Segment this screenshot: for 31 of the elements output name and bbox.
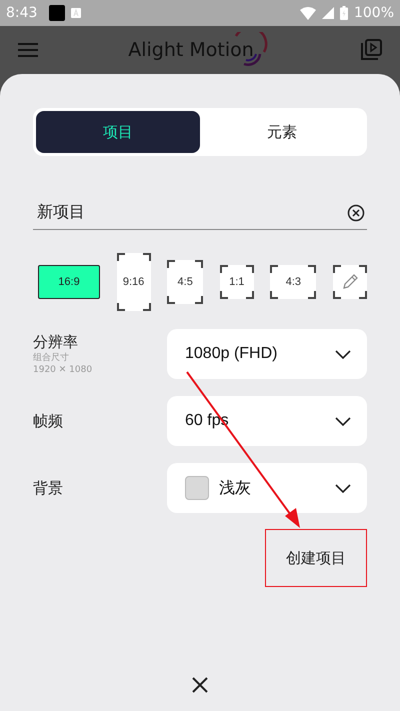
setting-label: 分辨率: [33, 332, 79, 352]
setting-sublabel: 1920 ✕ 1080: [33, 364, 94, 376]
pencil-icon: [340, 273, 359, 291]
notification-icon: [49, 5, 66, 21]
chevron-down-icon: [335, 484, 351, 492]
dropdown[interactable]: 1080p (FHD): [167, 329, 367, 379]
battery-percent: 100%: [354, 5, 394, 21]
aspect-ratio-button[interactable]: 9:16: [116, 253, 151, 311]
aspect-ratio-button[interactable]: 16:9: [38, 265, 100, 299]
setting-label: 帧频: [33, 412, 64, 430]
aspect-ratio-button[interactable]: 1:1: [220, 265, 254, 299]
tab[interactable]: 项目: [36, 111, 200, 153]
aspect-ratio-button[interactable]: [332, 265, 367, 299]
status-time: 8:43: [6, 5, 38, 21]
signal-icon: [322, 7, 334, 19]
close-icon[interactable]: [192, 677, 208, 693]
battery-icon: [340, 6, 348, 20]
tab[interactable]: 元素: [200, 111, 364, 153]
wifi-icon: [300, 6, 316, 20]
setting-label: 背景: [33, 478, 64, 498]
aspect-ratio-button[interactable]: 4:5: [167, 260, 204, 304]
chevron-down-icon: [335, 416, 351, 426]
notification-icon: [71, 8, 82, 18]
create-project-button[interactable]: 创建项目: [265, 529, 367, 587]
app-title: Alight Motion: [128, 39, 254, 61]
aspect-ratio-button[interactable]: 4:3: [270, 265, 316, 299]
name-field[interactable]: 新项目: [33, 202, 367, 230]
dropdown[interactable]: 浅灰: [167, 463, 367, 513]
clear-icon[interactable]: [347, 204, 365, 222]
chevron-down-icon: [335, 350, 351, 358]
setting-sublabel: 组合尺寸: [33, 352, 70, 364]
